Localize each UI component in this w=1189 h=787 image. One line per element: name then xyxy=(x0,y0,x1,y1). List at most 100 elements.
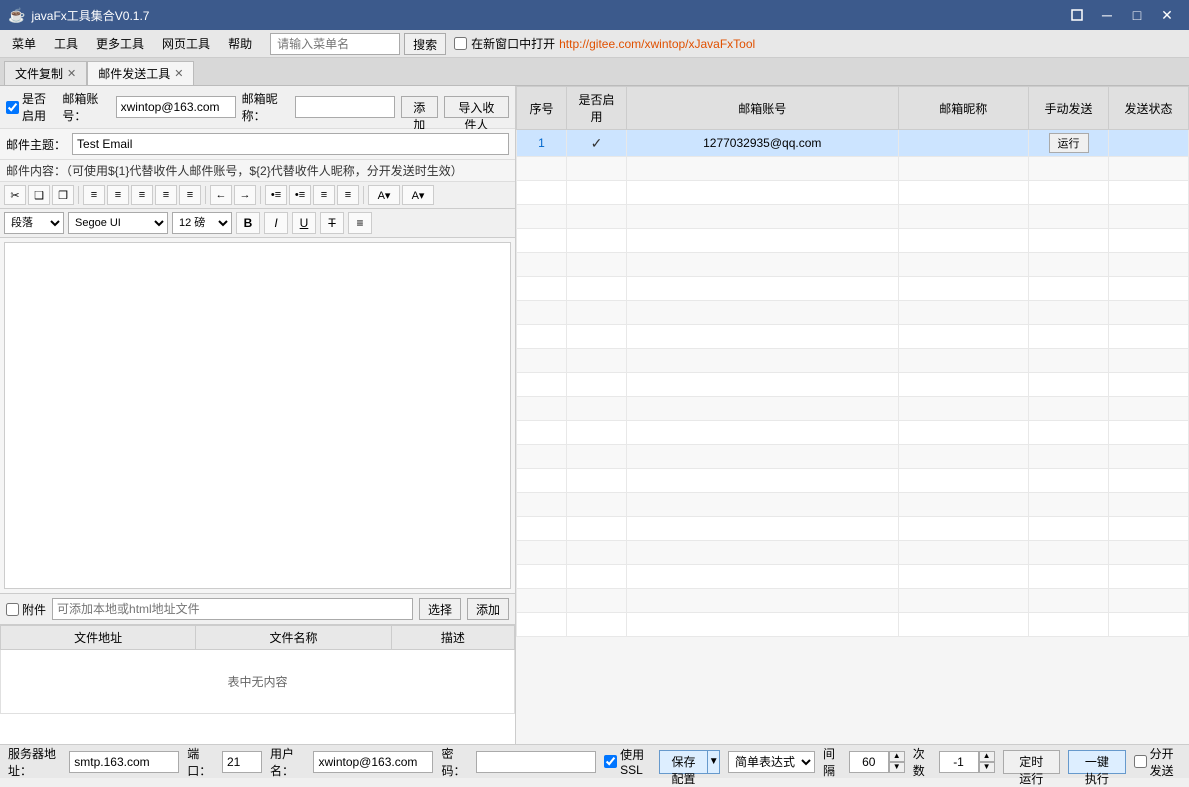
attachment-label: 附件 xyxy=(6,601,46,618)
table-row xyxy=(517,253,1189,277)
font-color-button[interactable]: A▾ xyxy=(368,185,400,205)
ssl-checkbox[interactable] xyxy=(604,755,617,768)
content-hint: 邮件内容：（可使用${1}代替收件人邮件账号，${2}代替收件人昵称，分开发送时… xyxy=(0,160,515,182)
table-row xyxy=(517,229,1189,253)
table-row xyxy=(517,445,1189,469)
align-center-button[interactable]: ≡ xyxy=(107,185,129,205)
port-input[interactable]: 21 xyxy=(222,751,262,773)
interval-input[interactable]: 60 xyxy=(849,751,889,773)
align-justify-button[interactable]: ≡ xyxy=(155,185,177,205)
italic-button[interactable]: I xyxy=(264,212,288,234)
count-label: 次数 xyxy=(913,745,931,779)
list-extra2-button[interactable]: ≡ xyxy=(337,185,359,205)
add-file-button[interactable]: 添加 xyxy=(467,598,509,620)
table-row xyxy=(517,493,1189,517)
server-input[interactable]: smtp.163.com xyxy=(69,751,179,773)
font-size-select[interactable]: 12 磅 xyxy=(172,212,232,234)
search-input[interactable] xyxy=(270,33,400,55)
import-recipients-button[interactable]: 导入收件人 xyxy=(444,96,509,118)
menu-item-more-tools[interactable]: 更多工具 xyxy=(88,32,152,55)
password-input[interactable] xyxy=(476,751,596,773)
email-nickname-input[interactable] xyxy=(295,96,395,118)
align-left-button[interactable]: ≡ xyxy=(83,185,105,205)
menu-bar: 菜单 工具 更多工具 网页工具 帮助 搜索 在新窗口中打开 http://git… xyxy=(0,30,1189,58)
restore-button[interactable]: □ xyxy=(1123,1,1151,29)
table-row xyxy=(517,565,1189,589)
mode-select[interactable]: 简单表达式 xyxy=(728,751,815,773)
col-account: 邮箱账号 xyxy=(627,87,899,130)
font-size-button[interactable]: A▾ xyxy=(402,185,434,205)
table-row xyxy=(517,277,1189,301)
attachment-checkbox[interactable] xyxy=(6,603,19,616)
recipients-table: 序号 是否启用 邮箱账号 邮箱昵称 手动发送 发送状态 1 ✓ 12770329… xyxy=(516,86,1189,637)
interval-label: 间隔 xyxy=(823,745,841,779)
cut-button[interactable]: ✂ xyxy=(4,185,26,205)
count-up[interactable]: ▲ xyxy=(979,751,995,762)
username-input[interactable]: xwintop@163.com xyxy=(313,751,433,773)
table-row xyxy=(517,541,1189,565)
split-send-checkbox[interactable] xyxy=(1134,755,1147,768)
tab-email-tool[interactable]: 邮件发送工具 ✕ xyxy=(87,61,194,85)
menu-item-web-tools[interactable]: 网页工具 xyxy=(154,32,218,55)
split-send-label: 分开发送 xyxy=(1134,745,1181,779)
table-row xyxy=(517,325,1189,349)
run-button[interactable]: 运行 xyxy=(1049,133,1089,153)
bold-button[interactable]: B xyxy=(236,212,260,234)
gitee-link[interactable]: http://gitee.com/xwintop/xJavaFxTool xyxy=(559,37,755,51)
table-row xyxy=(517,589,1189,613)
save-config-split-btn: 保存配置 ▼ xyxy=(659,750,720,774)
new-window-checkbox[interactable] xyxy=(454,37,467,50)
account-label: 邮箱账号： xyxy=(62,90,109,124)
list-ordered-button[interactable]: •≡ xyxy=(289,185,311,205)
add-account-button[interactable]: 添加 xyxy=(401,96,438,118)
subject-input[interactable]: Test Email xyxy=(72,133,509,155)
tab-file-copy-close[interactable]: ✕ xyxy=(67,67,76,80)
search-button[interactable]: 搜索 xyxy=(404,33,446,55)
indent-right-button[interactable]: → xyxy=(234,185,256,205)
indent-left-button[interactable]: ← xyxy=(210,185,232,205)
select-file-button[interactable]: 选择 xyxy=(419,598,461,620)
interval-up[interactable]: ▲ xyxy=(889,751,905,762)
menu-item-tools[interactable]: 工具 xyxy=(46,32,86,55)
table-row xyxy=(517,205,1189,229)
editor-area[interactable] xyxy=(4,242,511,589)
copy-button[interactable]: ❑ xyxy=(28,185,50,205)
tab-email-tool-close[interactable]: ✕ xyxy=(174,67,183,80)
tab-file-copy[interactable]: 文件复制 ✕ xyxy=(4,61,87,85)
cell-run: 运行 xyxy=(1029,130,1109,157)
paste-button[interactable]: ❒ xyxy=(52,185,74,205)
save-config-arrow[interactable]: ▼ xyxy=(707,750,720,774)
title-bar: ☕ javaFx工具集合V0.1.7 ─ □ ✕ xyxy=(0,0,1189,30)
tab-file-copy-label: 文件复制 xyxy=(15,65,63,82)
file-table-empty: 表中无内容 xyxy=(9,653,506,710)
text-align-button[interactable]: ≡ xyxy=(348,212,372,234)
align-right-button[interactable]: ≡ xyxy=(131,185,153,205)
attachment-path-input[interactable] xyxy=(52,598,413,620)
timer-run-button[interactable]: 定时运行 xyxy=(1003,750,1061,774)
col-nickname: 邮箱昵称 xyxy=(898,87,1029,130)
menu-item-main[interactable]: 菜单 xyxy=(4,32,44,55)
close-button[interactable]: ✕ xyxy=(1153,1,1181,29)
font-select[interactable]: Segoe UI xyxy=(68,212,168,234)
minimize-button[interactable]: ─ xyxy=(1093,1,1121,29)
menu-item-help[interactable]: 帮助 xyxy=(220,32,260,55)
check-icon: ✓ xyxy=(591,135,603,151)
new-window-label: 在新窗口中打开 xyxy=(471,35,555,52)
underline-button[interactable]: U xyxy=(292,212,316,234)
save-config-button[interactable]: 保存配置 xyxy=(659,750,708,774)
interval-down[interactable]: ▼ xyxy=(889,762,905,773)
list-unordered-button[interactable]: •≡ xyxy=(265,185,287,205)
email-account-input[interactable]: xwintop@163.com xyxy=(116,96,236,118)
list-extra-button[interactable]: ≡ xyxy=(313,185,335,205)
enable-checkbox[interactable] xyxy=(6,101,19,114)
one-key-button[interactable]: 一键执行 xyxy=(1068,750,1126,774)
sep3 xyxy=(260,186,261,204)
strikethrough-button[interactable]: T xyxy=(320,212,344,234)
maximize-button[interactable] xyxy=(1063,1,1091,29)
count-input[interactable]: -1 xyxy=(939,751,979,773)
paragraph-select[interactable]: 段落 xyxy=(4,212,64,234)
align-extra-button[interactable]: ≡ xyxy=(179,185,201,205)
count-down[interactable]: ▼ xyxy=(979,762,995,773)
table-row xyxy=(517,613,1189,637)
app-icon: ☕ xyxy=(8,7,25,24)
